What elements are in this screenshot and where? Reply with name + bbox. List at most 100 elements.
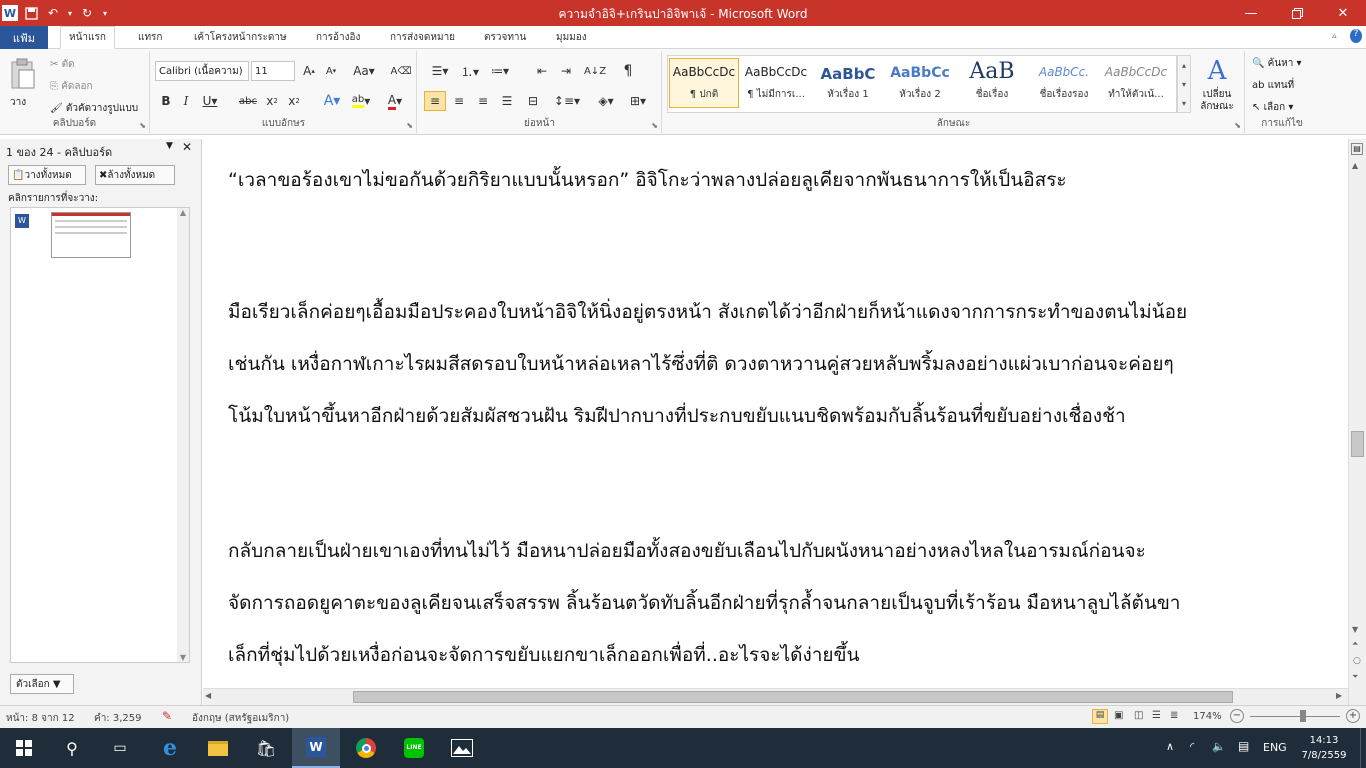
close-pane-icon[interactable]: ✕	[182, 140, 192, 154]
language-status[interactable]: อังกฤษ (สหรัฐอเมริกา)	[192, 711, 289, 726]
highlight-color-icon[interactable]: ab ▾	[347, 91, 375, 111]
clipboard-launcher-icon[interactable]: ⬊	[139, 121, 146, 130]
styles-launcher-icon[interactable]: ⬊	[1234, 121, 1241, 130]
font-name-select[interactable]: Calibri (เนื้อความ)	[155, 61, 249, 81]
style-normal[interactable]: AaBbCcDc ¶ ปกติ	[669, 58, 739, 108]
tab-view[interactable]: มุมมอง	[548, 26, 595, 49]
tab-page-layout[interactable]: เค้าโครงหน้ากระดาษ	[186, 26, 295, 49]
paragraph-launcher-icon[interactable]: ⬊	[651, 121, 658, 130]
line-app-icon[interactable]: LINE	[390, 728, 438, 768]
sort-icon[interactable]: A↓Z	[584, 61, 606, 81]
previous-page-icon[interactable]: ⏶	[1352, 639, 1358, 649]
windows-start-icon[interactable]	[0, 728, 48, 768]
style-title[interactable]: AaB ชื่อเรื่อง	[957, 58, 1027, 108]
task-view-icon[interactable]: ▭	[96, 728, 144, 768]
increase-indent-icon[interactable]: ⇥	[556, 61, 576, 81]
scroll-right-icon[interactable]: ▶	[1336, 691, 1342, 700]
help-icon[interactable]: ?	[1350, 29, 1362, 43]
horizontal-scrollbar[interactable]: ◀ ▶	[203, 688, 1348, 705]
web-layout-icon[interactable]: ◫	[1134, 710, 1143, 721]
tab-home[interactable]: หน้าแรก	[60, 26, 115, 49]
tab-mailings[interactable]: การส่งจดหมาย	[382, 26, 463, 49]
style-heading-2[interactable]: AaBbCc หัวเรื่อง 2	[885, 58, 955, 108]
style-subtitle[interactable]: AaBbCc. ชื่อเรื่องรอง	[1029, 58, 1099, 108]
word-count[interactable]: คำ: 3,259	[94, 711, 141, 726]
wifi-icon[interactable]: ◜	[1190, 740, 1194, 753]
align-right-icon[interactable]: ≡	[472, 91, 494, 111]
tab-review[interactable]: ตรวจทาน	[476, 26, 534, 49]
action-center-icon[interactable]: ▤	[1238, 739, 1249, 753]
distributed-icon[interactable]: ⊟	[522, 91, 544, 111]
grow-font-icon[interactable]: A ▴	[299, 61, 319, 81]
shading-icon[interactable]: ◈▾	[592, 91, 620, 111]
scroll-left-icon[interactable]: ◀	[205, 691, 211, 700]
internet-explorer-icon[interactable]: e	[146, 728, 194, 768]
align-center-icon[interactable]: ≡	[448, 91, 470, 111]
clock[interactable]: 14:13 7/8/2559	[1296, 733, 1352, 763]
decrease-indent-icon[interactable]: ⇤	[532, 61, 552, 81]
outline-icon[interactable]: ☰	[1152, 710, 1161, 721]
zoom-slider[interactable]	[1250, 716, 1340, 717]
draft-icon[interactable]: ≣	[1170, 710, 1178, 721]
chrome-icon[interactable]	[342, 728, 390, 768]
superscript-icon[interactable]: x2	[285, 91, 303, 111]
clipboard-list-scrollbar[interactable]: ▲ ▼	[177, 208, 189, 662]
strikethrough-icon[interactable]: abc	[237, 91, 259, 111]
options-button[interactable]: ตัวเลือก ▼	[10, 674, 74, 694]
vertical-scroll-thumb[interactable]	[1351, 431, 1364, 457]
styles-gallery-scroll[interactable]: ▴ ▾ ▾	[1177, 55, 1191, 113]
find-button[interactable]: 🔍 ค้นหา ▾	[1252, 56, 1302, 71]
bold-icon[interactable]: B	[157, 91, 175, 111]
word-taskbar-icon[interactable]: W	[292, 728, 340, 768]
show-formatting-marks-icon[interactable]: ¶	[618, 61, 638, 81]
show-hidden-icons-icon[interactable]: ∧	[1166, 740, 1174, 753]
change-styles-icon[interactable]: A	[1197, 55, 1237, 87]
zoom-level[interactable]: 174%	[1193, 711, 1222, 722]
input-language[interactable]: ENG	[1263, 741, 1287, 754]
pane-options-icon[interactable]: ▼	[166, 141, 173, 151]
scroll-down-icon[interactable]: ▼	[1352, 625, 1358, 634]
page-count[interactable]: หน้า: 8 จาก 12	[6, 711, 75, 726]
close-icon[interactable]: ✕	[1320, 0, 1366, 26]
font-launcher-icon[interactable]: ⬊	[406, 121, 413, 130]
font-size-select[interactable]: 11	[251, 61, 295, 81]
search-icon[interactable]: ⚲	[48, 728, 96, 768]
align-left-icon[interactable]: ≡	[424, 91, 446, 111]
select-browse-object-icon[interactable]: ○	[1353, 656, 1361, 666]
next-page-icon[interactable]: ⏷	[1352, 672, 1358, 682]
vertical-scrollbar[interactable]: ▤ ▲ ▼ ⏶ ○ ⏷	[1348, 139, 1366, 705]
paste-icon[interactable]	[6, 55, 40, 93]
font-color-icon[interactable]: A ▾	[381, 91, 409, 111]
zoom-slider-thumb[interactable]	[1300, 710, 1306, 722]
store-icon[interactable]: 🛍	[242, 728, 290, 768]
text-effects-icon[interactable]: A▾	[319, 91, 345, 111]
document-area[interactable]: “เวลาขอร้องเขาไม่ขอกันด้วยกิริยาแบบนั้นห…	[203, 139, 1348, 688]
shrink-font-icon[interactable]: A ▾	[321, 61, 341, 81]
photos-icon[interactable]	[438, 728, 486, 768]
horizontal-scroll-thumb[interactable]	[353, 691, 1233, 703]
paste-all-button[interactable]: 📋 วางทั้งหมด	[8, 165, 86, 185]
tab-references[interactable]: การอ้างอิง	[308, 26, 368, 49]
numbering-icon[interactable]: ⒈▾	[456, 61, 484, 81]
tab-file[interactable]: แฟ้ม	[0, 26, 48, 49]
multilevel-list-icon[interactable]: ≔▾	[486, 61, 514, 81]
print-layout-icon[interactable]: ▤	[1092, 709, 1108, 724]
volume-icon[interactable]: 🔈	[1212, 740, 1226, 753]
underline-icon[interactable]: U▾	[197, 91, 223, 111]
clipboard-item-thumbnail[interactable]	[51, 212, 131, 258]
change-case-icon[interactable]: Aa▾	[351, 61, 377, 81]
collapse-ribbon-icon[interactable]: ▵	[1332, 31, 1337, 41]
show-desktop-button[interactable]	[1360, 728, 1366, 768]
borders-icon[interactable]: ⊞▾	[624, 91, 652, 111]
paste-label[interactable]: วาง	[10, 95, 26, 110]
zoom-in-icon[interactable]: +	[1346, 709, 1360, 723]
italic-icon[interactable]: I	[177, 91, 195, 111]
clear-all-button[interactable]: ✖ ล้างทั้งหมด	[95, 165, 175, 185]
clear-formatting-icon[interactable]: A⌫	[391, 61, 412, 81]
scroll-up-icon[interactable]: ▲	[1352, 161, 1358, 170]
zoom-out-icon[interactable]: −	[1230, 709, 1244, 723]
style-no-spacing[interactable]: AaBbCcDc ¶ ไม่มีการเ...	[741, 58, 811, 108]
bullets-icon[interactable]: ☰▾	[426, 61, 454, 81]
full-screen-reading-icon[interactable]: ▣	[1114, 710, 1123, 721]
style-heading-1[interactable]: AaBbC หัวเรื่อง 1	[813, 58, 883, 108]
